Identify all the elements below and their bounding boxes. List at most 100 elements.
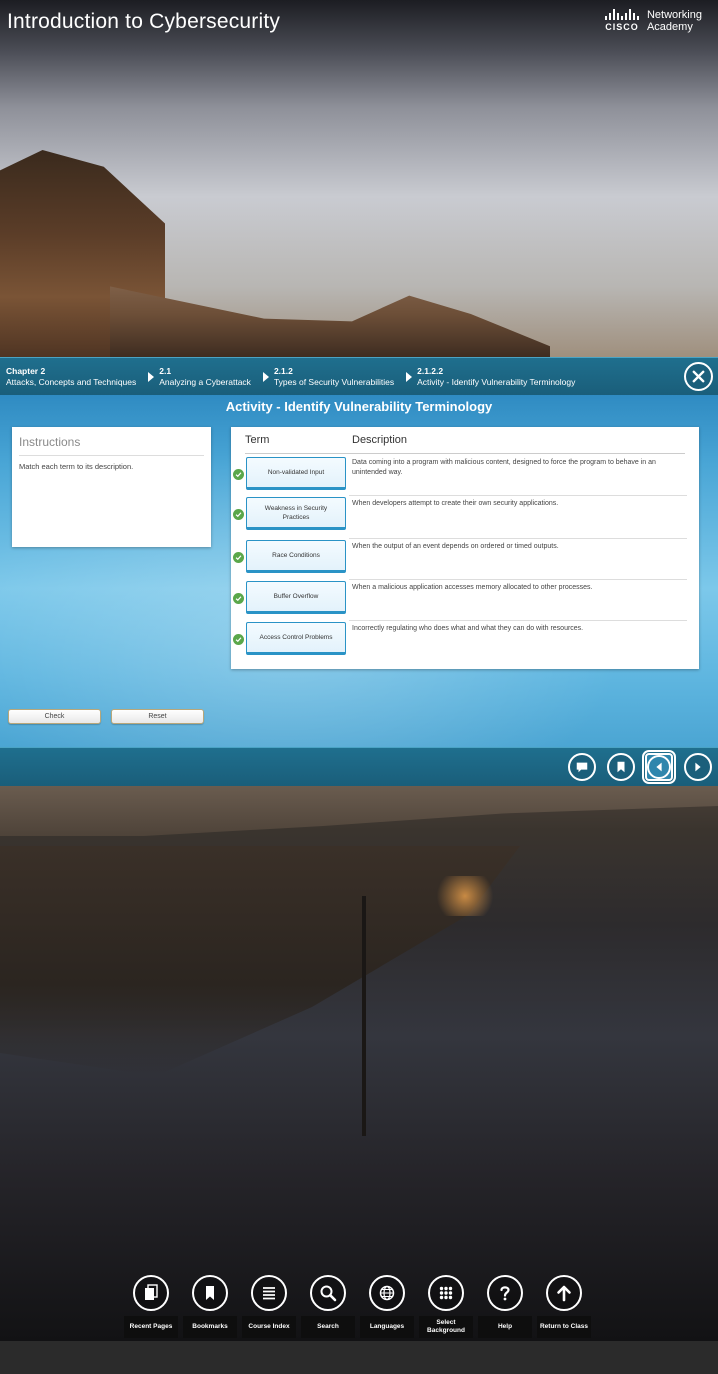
close-button[interactable]: [684, 362, 713, 391]
term-card[interactable]: Race Conditions: [246, 540, 346, 573]
breadcrumb-item-chapter[interactable]: Chapter 2 Attacks, Concepts and Techniqu…: [6, 366, 136, 388]
course-index-icon: [251, 1275, 287, 1311]
breadcrumb: Chapter 2 Attacks, Concepts and Techniqu…: [0, 357, 718, 395]
breadcrumb-label: Types of Security Vulnerabilities: [273, 376, 395, 387]
return-to-class-icon: [546, 1275, 582, 1311]
bookmark-icon: [617, 761, 625, 773]
toolbar-search[interactable]: Search: [301, 1275, 355, 1339]
close-icon: [692, 370, 705, 383]
check-icon: [233, 593, 244, 604]
app-title: Introduction to Cybersecurity: [7, 10, 281, 33]
breadcrumb-arrow-icon: [406, 371, 413, 382]
toolbar-select-background[interactable]: Select Background: [419, 1275, 473, 1339]
row-divider: [349, 538, 687, 539]
toolbar-label: Recent Pages: [124, 1316, 178, 1338]
previous-page-button[interactable]: [642, 750, 676, 784]
table-row: Buffer Overflow When a malicious applica…: [231, 579, 699, 619]
cisco-bars-icon: [604, 9, 639, 20]
toolbar-languages[interactable]: Languages: [360, 1275, 414, 1339]
toolbar-bookmarks[interactable]: Bookmarks: [183, 1275, 237, 1339]
row-divider: [349, 579, 687, 580]
table-row: Non-validated Input Data coming into a p…: [231, 455, 699, 495]
next-page-button[interactable]: [684, 753, 712, 781]
breadcrumb-number: 2.1.2.2: [417, 365, 444, 376]
panel-nav-bar: [0, 747, 718, 786]
column-header-description: Description: [352, 434, 408, 446]
check-icon: [233, 509, 244, 520]
arrow-right-icon: [695, 762, 701, 772]
background-image-bottom: [0, 786, 718, 1342]
breadcrumb-item-page[interactable]: 2.1.2.2 Activity - Identify Vulnerabilit…: [417, 366, 575, 388]
search-icon: [310, 1275, 346, 1311]
breadcrumb-arrow-icon: [148, 371, 155, 382]
bookmarks-icon: [192, 1275, 228, 1311]
help-icon: [487, 1275, 523, 1311]
toolbar-label: Return to Class: [537, 1316, 591, 1338]
cisco-logo-mark: CISCO: [604, 9, 639, 32]
speech-bubble-icon: [576, 762, 588, 773]
toolbar-label: Bookmarks: [183, 1316, 237, 1338]
activity-title: Activity - Identify Vulnerability Termin…: [225, 399, 493, 414]
academy-text: Networking Academy: [647, 9, 702, 33]
cisco-word: CISCO: [605, 22, 639, 32]
footer-bar: [0, 1341, 718, 1374]
background-reflection-glow: [430, 876, 500, 916]
toolbar-label: Languages: [360, 1316, 414, 1338]
languages-icon: [369, 1275, 405, 1311]
description-text: When developers attempt to create their …: [352, 500, 559, 507]
description-text: When the output of an event depends on o…: [352, 543, 559, 550]
comment-button[interactable]: [568, 753, 596, 781]
background-pole-reflection: [362, 896, 366, 1136]
table-row: Weakness in Security Practices When deve…: [231, 495, 699, 535]
breadcrumb-item-section[interactable]: 2.1 Analyzing a Cyberattack: [159, 366, 251, 388]
academy-line-2: Academy: [646, 21, 693, 33]
check-icon: [233, 552, 244, 563]
toolbar-label: Help: [478, 1316, 532, 1338]
breadcrumb-item-topic[interactable]: 2.1.2 Types of Security Vulnerabilities: [274, 366, 394, 388]
academy-line-1: Networking: [646, 9, 702, 21]
check-button[interactable]: Check: [8, 709, 101, 724]
breadcrumb-label: Analyzing a Cyberattack: [159, 376, 251, 387]
check-icon: [233, 469, 244, 480]
instructions-box: Instructions Match each term to its desc…: [12, 427, 211, 547]
reset-button[interactable]: Reset: [111, 709, 204, 724]
toolbar-label: Search: [301, 1316, 355, 1338]
matching-table: Term Description Non-validated Input Dat…: [231, 427, 699, 669]
term-card[interactable]: Buffer Overflow: [246, 581, 346, 614]
header-divider: [245, 453, 685, 454]
toolbar-help[interactable]: Help: [478, 1275, 532, 1339]
background-rooftops: [110, 286, 550, 358]
term-card[interactable]: Non-validated Input: [246, 457, 346, 490]
table-row: Access Control Problems Incorrectly regu…: [231, 620, 699, 660]
instructions-text: Match each term to its description.: [19, 462, 134, 471]
description-text: When a malicious application accesses me…: [352, 584, 593, 591]
select-background-icon: [428, 1275, 464, 1311]
table-row: Race Conditions When the output of an ev…: [231, 538, 699, 578]
breadcrumb-number: Chapter 2: [6, 365, 46, 376]
arrow-left-icon: [656, 762, 662, 772]
column-header-term: Term: [245, 434, 270, 446]
background-image-top: [0, 0, 718, 358]
bookmark-page-button[interactable]: [607, 753, 635, 781]
bottom-toolbar: Recent Pages Bookmarks Course Index Sear…: [124, 1275, 591, 1339]
term-card[interactable]: Weakness in Security Practices: [246, 497, 346, 530]
row-divider: [349, 620, 687, 621]
toolbar-return-to-class[interactable]: Return to Class: [537, 1275, 591, 1339]
activity-panel: Activity - Identify Vulnerability Termin…: [0, 395, 718, 747]
breadcrumb-arrow-icon: [262, 371, 269, 382]
instructions-heading: Instructions: [19, 435, 204, 456]
check-icon: [233, 634, 244, 645]
description-text: Data coming into a program with maliciou…: [352, 459, 656, 476]
row-divider: [349, 495, 687, 496]
toolbar-recent-pages[interactable]: Recent Pages: [124, 1275, 178, 1339]
breadcrumb-number: 2.1.2: [273, 365, 293, 376]
description-text: Incorrectly regulating who does what and…: [352, 625, 584, 632]
cisco-networking-academy-logo: CISCO Networking Academy: [604, 9, 702, 35]
breadcrumb-label: Attacks, Concepts and Techniques: [6, 376, 137, 387]
previous-button-ring: [647, 755, 671, 779]
toolbar-course-index[interactable]: Course Index: [242, 1275, 296, 1339]
breadcrumb-number: 2.1: [159, 365, 172, 376]
toolbar-label: Select Background: [419, 1316, 473, 1338]
breadcrumb-label: Activity - Identify Vulnerability Termin…: [417, 376, 576, 387]
term-card[interactable]: Access Control Problems: [246, 622, 346, 655]
